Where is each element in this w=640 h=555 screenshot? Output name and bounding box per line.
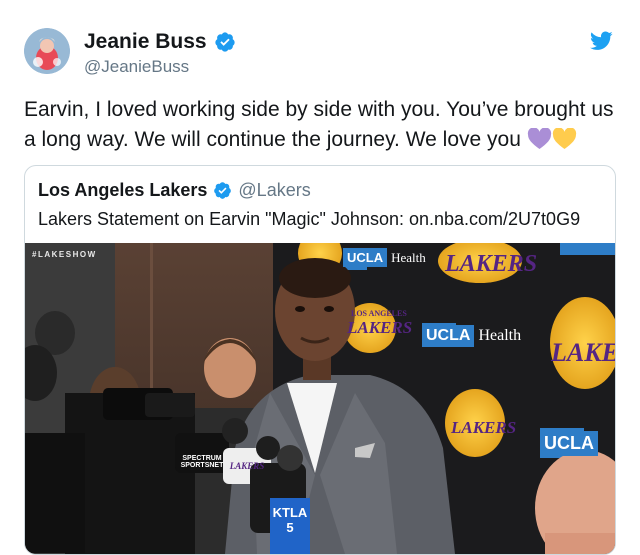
lakers-logo: LAKERS — [451, 418, 517, 437]
verified-badge-icon — [214, 32, 235, 52]
lakers-logo: LAKERS — [551, 338, 615, 367]
ucla-health-label: Health — [391, 249, 426, 265]
photo-hashtag: #LAKESHOW — [32, 250, 97, 259]
tweet-card: Jeanie Buss @JeanieBuss Earvin, I loved … — [0, 0, 640, 555]
quoted-author-name[interactable]: Los Angeles Lakers — [38, 180, 207, 201]
yellow-heart-emoji-icon — [552, 128, 576, 150]
avatar[interactable] — [24, 28, 70, 74]
author-handle[interactable]: @JeanieBuss — [84, 57, 189, 77]
twitter-bird-icon[interactable] — [590, 31, 613, 51]
lakers-logo: LAKERS — [445, 251, 538, 277]
press-photo[interactable]: #LAKESHOW UCLA Health UCLA Health UCLA L… — [25, 243, 615, 554]
ucla-health-logo: UCLA Health — [343, 248, 426, 267]
quoted-tweet-text[interactable]: Lakers Statement on Earvin "Magic" Johns… — [38, 209, 580, 230]
author-display-name[interactable]: Jeanie Buss — [84, 30, 207, 54]
lakers-logo: LAKERS — [347, 318, 413, 337]
purple-heart-emoji-icon — [527, 128, 551, 150]
spectrum-mic-flag: SPECTRUM SPORTSNET — [180, 455, 224, 469]
verified-badge-icon — [214, 182, 232, 199]
quoted-author-handle[interactable]: @Lakers — [238, 180, 310, 201]
tweet-text: Earvin, I loved working side by side wit… — [24, 95, 614, 155]
ucla-health-label: Health — [478, 327, 522, 344]
quoted-author-row: Los Angeles Lakers @Lakers — [38, 180, 311, 201]
ucla-box-logo: UCLA — [540, 431, 602, 456]
author-name-row: Jeanie Buss — [84, 30, 236, 54]
tweet-body: Earvin, I loved working side by side wit… — [24, 98, 614, 151]
quoted-tweet[interactable]: Los Angeles Lakers @Lakers Lakers Statem… — [24, 165, 616, 555]
press-photo-art — [25, 243, 615, 554]
ucla-box-label: UCLA — [422, 325, 475, 347]
ucla-box-label: UCLA — [540, 431, 598, 456]
lakers-mic-flag: LAKERS — [229, 461, 265, 471]
lakers-angeles-label: LOS ANGELES — [351, 309, 407, 318]
ucla-health-logo: UCLA Health — [422, 325, 521, 347]
ucla-box-label: UCLA — [343, 248, 388, 267]
ktla-mic-flag: KTLA 5 — [272, 505, 308, 535]
